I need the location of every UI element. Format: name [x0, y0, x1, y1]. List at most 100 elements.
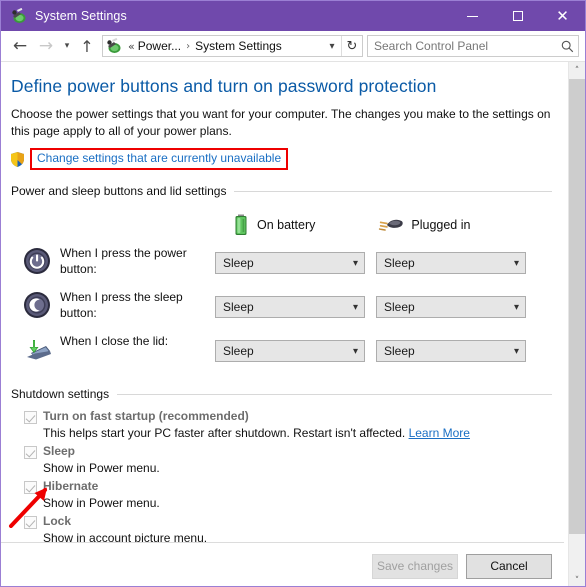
checkbox-row-lock[interactable]: Lock — [24, 514, 564, 529]
section-divider — [234, 190, 552, 192]
cancel-button[interactable]: Cancel — [466, 553, 552, 579]
sleep-checkbox[interactable] — [24, 446, 37, 459]
maximize-button[interactable] — [495, 1, 540, 31]
power-button-on-battery-value: Sleep — [223, 256, 254, 270]
scroll-up-button[interactable]: ˄ — [569, 62, 585, 79]
search-input[interactable] — [368, 38, 556, 54]
page-title: Define power buttons and turn on passwor… — [11, 76, 437, 96]
learn-more-link[interactable]: Learn More — [409, 426, 470, 440]
column-header-plugged-in: Plugged in — [378, 216, 470, 234]
checkbox-description-sleep: Show in Power menu. — [43, 461, 160, 475]
search-icon[interactable] — [556, 40, 578, 53]
page-description: Choose the power settings that you want … — [11, 107, 551, 138]
uac-shield-icon — [9, 151, 26, 168]
checkbox-row-hibernate[interactable]: Hibernate — [24, 479, 564, 494]
breadcrumb-item-system-settings[interactable]: System Settings — [195, 39, 282, 53]
setting-label-power-button: When I press the power button: — [60, 246, 187, 276]
close-icon: ✕ — [556, 6, 569, 25]
power-options-icon — [11, 7, 27, 24]
shutdown-section-header: Shutdown settings — [11, 387, 552, 401]
chevron-down-icon: ▾ — [352, 257, 358, 269]
checkbox-row-sleep[interactable]: Sleep — [24, 444, 564, 459]
system-settings-window: System Settings ✕ ← → ▾ ↑ « Power... › S… — [0, 0, 586, 587]
checkbox-label-lock: Lock — [43, 514, 72, 528]
close-lid-on-battery-dropdown[interactable]: Sleep ▾ — [215, 340, 365, 362]
refresh-icon[interactable]: ↻ — [341, 36, 362, 56]
column-headers: On battery Plugged in — [1, 212, 564, 238]
shutdown-section-title: Shutdown settings — [11, 387, 110, 401]
setting-row-close-lid: When I close the lid: Sleep ▾ Sleep ▾ — [1, 332, 564, 370]
close-lid-on-battery-value: Sleep — [223, 344, 254, 358]
save-changes-button[interactable]: Save changes — [372, 553, 458, 579]
setting-row-sleep-button: When I press the sleep button: Sleep ▾ S… — [1, 288, 564, 326]
scrollbar-thumb[interactable] — [569, 79, 585, 534]
change-settings-link[interactable]: Change settings that are currently unava… — [37, 151, 281, 165]
maximize-icon — [512, 11, 523, 21]
checkbox-row-fast-startup[interactable]: Turn on fast startup (recommended) — [24, 409, 564, 424]
power-button-plugged-in-value: Sleep — [384, 256, 415, 270]
window-title: System Settings — [35, 9, 127, 23]
setting-label-close-lid: When I close the lid: — [60, 334, 169, 348]
power-plug-icon — [378, 216, 404, 234]
address-bar[interactable]: « Power... › System Settings ▾ ↻ — [102, 35, 363, 57]
power-buttons-section-header: Power and sleep buttons and lid settings — [11, 184, 552, 198]
chevron-down-icon[interactable]: ▾ — [323, 36, 341, 56]
breadcrumb-separator-icon: › — [186, 40, 191, 52]
power-button-on-battery-dropdown[interactable]: Sleep ▾ — [215, 252, 365, 274]
laptop-lid-icon — [22, 334, 52, 364]
hibernate-checkbox[interactable] — [24, 481, 37, 494]
chevron-down-icon: ▾ — [513, 301, 519, 313]
forward-arrow-icon: → — [38, 35, 54, 56]
column-header-on-battery: On battery — [233, 214, 315, 236]
breadcrumb-overflow-icon[interactable]: « — [125, 40, 138, 53]
power-buttons-section-title: Power and sleep buttons and lid settings — [11, 184, 227, 198]
close-lid-plugged-in-dropdown[interactable]: Sleep ▾ — [376, 340, 526, 362]
turn-on-fast-startup-checkbox[interactable] — [24, 411, 37, 424]
breadcrumb-item-power[interactable]: Power... — [138, 39, 181, 53]
title-bar: System Settings ✕ — [1, 1, 585, 31]
shutdown-settings-list: Turn on fast startup (recommended) This … — [1, 409, 564, 546]
chevron-down-icon: ▾ — [352, 345, 358, 357]
up-arrow-icon[interactable]: ↑ — [75, 33, 99, 59]
power-button-plugged-in-dropdown[interactable]: Sleep ▾ — [376, 252, 526, 274]
window-controls: ✕ — [450, 1, 585, 31]
setting-row-power-button: When I press the power button: Sleep ▾ S… — [1, 244, 564, 282]
column-header-plugged-in-label: Plugged in — [411, 218, 471, 232]
change-settings-highlight: Change settings that are currently unava… — [30, 148, 289, 170]
sleep-button-on-battery-dropdown[interactable]: Sleep ▾ — [215, 296, 365, 318]
recent-locations-chevron-icon[interactable]: ▾ — [59, 33, 75, 59]
uac-link-row: Change settings that are currently unava… — [9, 148, 564, 170]
close-lid-plugged-in-value: Sleep — [384, 344, 415, 358]
fast-startup-description-text: This helps start your PC faster after sh… — [43, 426, 406, 440]
section-divider — [117, 393, 552, 395]
column-header-on-battery-label: On battery — [257, 218, 316, 232]
sleep-button-on-battery-value: Sleep — [223, 300, 254, 314]
sleep-button-plugged-in-value: Sleep — [384, 300, 415, 314]
power-options-icon — [106, 37, 122, 54]
chevron-down-icon: ▾ — [352, 301, 358, 313]
checkbox-description-fast-startup: This helps start your PC faster after sh… — [43, 425, 564, 441]
sleep-button-plugged-in-dropdown[interactable]: Sleep ▾ — [376, 296, 526, 318]
checkbox-label-fast-startup: Turn on fast startup (recommended) — [43, 409, 249, 423]
battery-icon — [233, 214, 249, 236]
chevron-down-icon: ▾ — [513, 257, 519, 269]
vertical-scrollbar[interactable]: ˄ ˅ — [568, 62, 585, 586]
setting-label-sleep-button: When I press the sleep button: — [60, 290, 183, 320]
scroll-down-button[interactable]: ˅ — [569, 572, 585, 586]
back-arrow-icon[interactable]: ← — [7, 33, 33, 59]
navigation-toolbar: ← → ▾ ↑ « Power... › System Settings ▾ ↻ — [1, 31, 585, 62]
close-button[interactable]: ✕ — [540, 1, 585, 31]
content-area: Define power buttons and turn on passwor… — [1, 62, 585, 586]
search-box[interactable] — [367, 35, 579, 57]
checkbox-label-hibernate: Hibernate — [43, 479, 99, 493]
footer-button-bar: Save changes Cancel — [1, 542, 564, 586]
checkbox-label-sleep: Sleep — [43, 444, 76, 458]
lock-checkbox[interactable] — [24, 516, 37, 529]
minimize-button[interactable] — [450, 1, 495, 31]
chevron-down-icon: ▾ — [513, 345, 519, 357]
sleep-button-icon — [22, 290, 52, 320]
minimize-icon — [467, 15, 478, 17]
power-button-icon — [22, 246, 52, 276]
settings-page: Define power buttons and turn on passwor… — [1, 62, 564, 586]
checkbox-description-hibernate: Show in Power menu. — [43, 496, 160, 510]
